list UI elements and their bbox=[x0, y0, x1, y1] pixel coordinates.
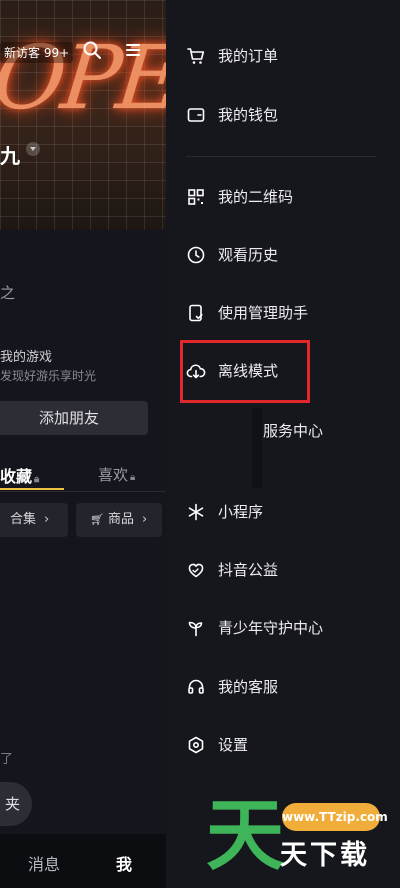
phone-check-icon bbox=[186, 303, 206, 323]
drawer-item-customer-service[interactable]: 我的客服 bbox=[166, 665, 400, 709]
watermark-logo-char: 天 bbox=[206, 791, 285, 881]
tab-favorites-label: 收藏 bbox=[0, 467, 33, 486]
watermark-url: www.TTzip.com bbox=[282, 803, 388, 831]
headset-icon bbox=[186, 677, 206, 697]
chip-products-label: 商品 bbox=[107, 512, 134, 527]
username: 九 bbox=[0, 144, 20, 168]
chip-collection-label: 合集 bbox=[10, 512, 37, 527]
products-chip[interactable]: 🛒︎ 商品 › bbox=[76, 503, 162, 537]
drawer-item-qrcode[interactable]: 我的二维码 bbox=[166, 175, 400, 219]
drawer-item-settings[interactable]: 设置 bbox=[166, 723, 400, 767]
drawer-item-label: 我的钱包 bbox=[218, 106, 279, 124]
lock-icon: 🔒︎ bbox=[130, 472, 136, 483]
drawer-item-label: 设置 bbox=[218, 736, 249, 754]
cart-icon: 🛒︎ bbox=[90, 513, 104, 526]
drawer-item-label: 使用管理助手 bbox=[218, 304, 309, 322]
profile-banner: OPEN 新访客 99+ 九 bbox=[0, 0, 166, 230]
tabbar-messages[interactable]: 消息 bbox=[28, 851, 60, 875]
tabbar-me[interactable]: 我 bbox=[116, 851, 132, 875]
lock-icon: 🔒︎ bbox=[34, 474, 40, 485]
action-pill-button[interactable]: 夹 bbox=[0, 782, 32, 826]
new-visitors-badge[interactable]: 新访客 99+ bbox=[0, 42, 74, 63]
my-games-title[interactable]: 我的游戏 bbox=[0, 346, 52, 365]
profile-stat: 之 bbox=[0, 284, 16, 302]
tab-favorites[interactable]: 收藏 🔒︎ bbox=[0, 463, 39, 487]
sprout-icon bbox=[186, 618, 206, 638]
active-tab-indicator bbox=[0, 488, 64, 490]
empty-tip: 了 bbox=[0, 752, 14, 767]
wallet-icon bbox=[186, 105, 206, 125]
section-divider bbox=[186, 156, 376, 157]
drawer-item-label: 小程序 bbox=[218, 503, 264, 521]
heart-hands-icon bbox=[186, 560, 206, 580]
settings-hexagon-icon bbox=[186, 735, 206, 755]
chevron-right-icon: › bbox=[141, 512, 148, 527]
drawer-item-watch-history[interactable]: 观看历史 bbox=[166, 233, 400, 277]
cart-icon bbox=[186, 46, 206, 66]
drawer-item-wallet[interactable]: 我的钱包 bbox=[166, 93, 400, 137]
drawer-item-charity[interactable]: 抖音公益 bbox=[166, 548, 400, 592]
drawer-item-youth-protection[interactable]: 青少年守护中心 bbox=[166, 606, 400, 650]
profile-page-background: OPEN 新访客 99+ 九 之 我的游戏 发现好游乐享时光 添加朋友 收藏 🔒︎… bbox=[0, 0, 166, 888]
tab-likes-label: 喜欢 bbox=[98, 466, 129, 484]
service-center-strip bbox=[252, 408, 262, 488]
add-friend-button[interactable]: 添加朋友 bbox=[0, 401, 148, 435]
asterisk-icon bbox=[186, 502, 206, 522]
my-games-subtitle: 发现好游乐享时光 bbox=[0, 369, 97, 383]
collection-chip[interactable]: 合集 › bbox=[0, 503, 68, 537]
drawer-item-label: 我的二维码 bbox=[218, 188, 294, 206]
drawer-item-label: 我的客服 bbox=[218, 678, 279, 696]
drawer-item-orders[interactable]: 我的订单 bbox=[166, 34, 400, 78]
highlight-box bbox=[180, 340, 310, 403]
account-switch-dropdown-icon[interactable] bbox=[26, 142, 40, 156]
service-center-backdrop bbox=[176, 410, 262, 486]
drawer-item-service-center[interactable]: 服务中心 bbox=[263, 421, 323, 441]
chevron-right-icon: › bbox=[44, 512, 50, 527]
drawer-item-label: 观看历史 bbox=[218, 246, 279, 264]
drawer-item-label: 我的订单 bbox=[218, 47, 279, 65]
drawer-item-usage-assistant[interactable]: 使用管理助手 bbox=[166, 291, 400, 335]
bottom-tab-bar bbox=[0, 834, 166, 888]
watermark-text: 天下载 bbox=[280, 840, 370, 871]
qrcode-icon bbox=[186, 187, 206, 207]
drawer-item-mini-programs[interactable]: 小程序 bbox=[166, 490, 400, 534]
drawer-item-label: 抖音公益 bbox=[218, 561, 279, 579]
search-icon[interactable] bbox=[82, 40, 102, 60]
menu-icon[interactable] bbox=[126, 44, 140, 56]
tab-likes[interactable]: 喜欢 🔒︎ bbox=[98, 464, 135, 485]
tab-divider bbox=[0, 491, 166, 492]
drawer-item-label: 青少年守护中心 bbox=[218, 619, 324, 637]
clock-icon bbox=[186, 245, 206, 265]
